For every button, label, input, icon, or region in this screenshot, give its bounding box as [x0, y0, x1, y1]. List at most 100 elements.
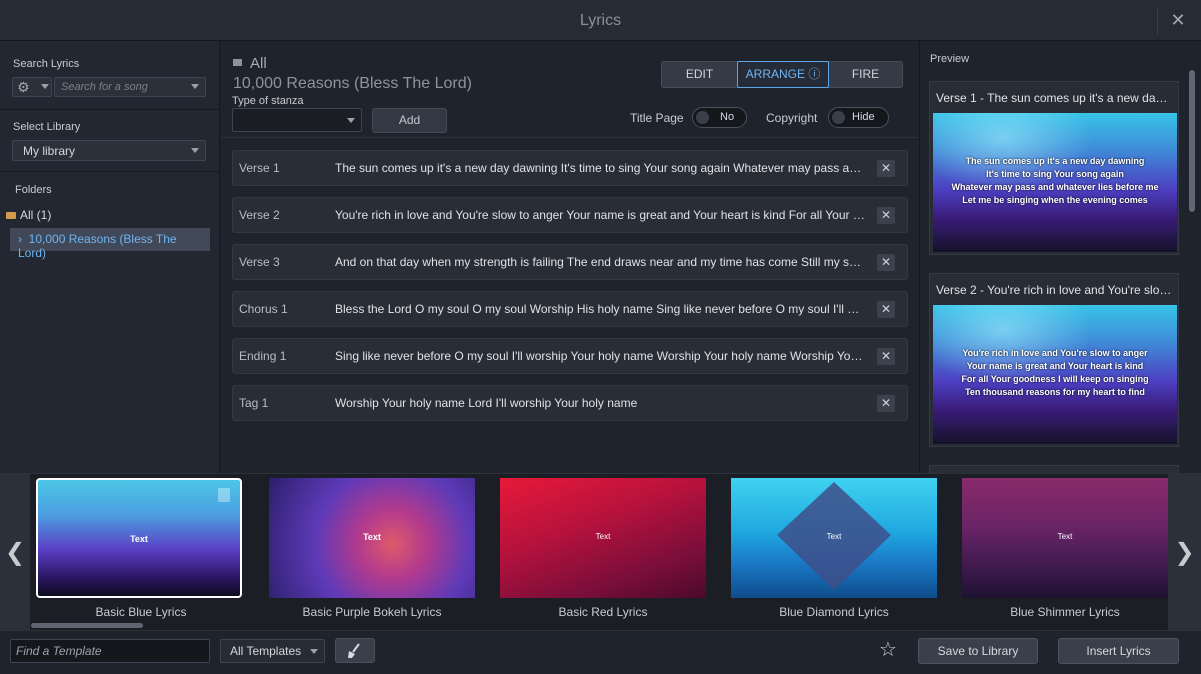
remove-stanza-icon[interactable]: ✕	[877, 160, 895, 177]
folder-icon	[233, 59, 242, 66]
template-scrollbar[interactable]	[31, 623, 143, 628]
title-divider	[1157, 8, 1158, 34]
template-thumbnail[interactable]: Text	[962, 478, 1168, 598]
sidebar-divider	[0, 109, 220, 110]
remove-stanza-icon[interactable]: ✕	[877, 395, 895, 412]
breadcrumb: All	[233, 55, 267, 72]
stanza-text: Worship Your holy name Lord I'll worship…	[335, 396, 638, 410]
template-name: Basic Red Lyrics	[558, 605, 648, 619]
footer-bar: Find a Template All Templates ☆ Save to …	[0, 630, 1201, 674]
title-page-toggle[interactable]: No	[692, 107, 747, 128]
template-name: Blue Diamond Lyrics	[779, 605, 889, 619]
preview-slide-title: Verse 2 - You're rich in love and You're…	[936, 283, 1172, 297]
chevron-down-icon	[347, 118, 355, 123]
preview-slide-image: You're rich in love and You're slow to a…	[933, 305, 1177, 444]
copyright-toggle[interactable]: Hide	[828, 107, 889, 128]
stanza-tag: Ending 1	[239, 349, 287, 363]
brush-icon	[348, 643, 360, 658]
preview-slide-lyrics: You're rich in love and You're slow to a…	[933, 347, 1177, 399]
song-search-input[interactable]: Search for a song	[54, 77, 206, 97]
template-filter-value: All Templates	[230, 644, 302, 658]
mode-switcher: EDIT ARRANGE ⓘ FIRE	[661, 61, 903, 88]
folder-all-label: All (1)	[20, 208, 52, 222]
template-thumbnail[interactable]: Text	[36, 478, 242, 598]
mode-arrange-button[interactable]: ARRANGE ⓘ	[737, 61, 829, 88]
lyric-line: Let me be singing when the evening comes	[962, 195, 1148, 205]
chevron-left-icon[interactable]: ❮	[0, 474, 30, 631]
remove-stanza-icon[interactable]: ✕	[877, 254, 895, 271]
mode-edit-button[interactable]: EDIT	[662, 62, 737, 87]
lyric-line: Your name is great and Your heart is kin…	[966, 361, 1144, 371]
template-preview-text: Text	[826, 532, 842, 541]
template-name: Basic Purple Bokeh Lyrics	[302, 605, 442, 619]
preview-slide-lyrics: The sun comes up it's a new day dawning …	[933, 155, 1177, 207]
stanza-row[interactable]: Verse 1 The sun comes up it's a new day …	[232, 150, 908, 186]
copyright-label: Copyright	[766, 111, 818, 125]
stanza-text: Bless the Lord O my soul O my soul Worsh…	[335, 302, 867, 316]
toggle-knob	[696, 111, 709, 124]
template-thumbnail[interactable]: Text	[731, 478, 937, 598]
template-preview-text: Text	[595, 532, 611, 541]
template-thumbnail[interactable]: Text	[500, 478, 706, 598]
chevron-right-icon[interactable]: ❯	[1168, 474, 1201, 631]
stanza-tag: Tag 1	[239, 396, 269, 410]
stanza-tag: Verse 1	[239, 161, 280, 175]
preview-slide[interactable]: Verse 2 - You're rich in love and You're…	[929, 273, 1179, 447]
template-strip: ❮ Text Basic Blue Lyrics Text Basic Purp…	[0, 473, 1201, 631]
lyrics-editor: All 10,000 Reasons (Bless The Lord) Type…	[221, 41, 918, 473]
stanza-type-label: Type of stanza	[232, 95, 304, 107]
stanza-tag: Chorus 1	[239, 302, 288, 316]
breadcrumb-label: All	[250, 55, 267, 72]
stanza-row[interactable]: Tag 1 Worship Your holy name Lord I'll w…	[232, 385, 908, 421]
title-page-label: Title Page	[630, 111, 684, 125]
remove-stanza-icon[interactable]: ✕	[877, 301, 895, 318]
close-icon[interactable]: ✕	[1168, 10, 1188, 30]
chevron-down-icon	[191, 148, 199, 153]
window-title: Lyrics	[579, 12, 622, 29]
lyric-line: The sun comes up it's a new day dawning	[965, 156, 1145, 166]
mode-fire-button[interactable]: FIRE	[829, 62, 902, 87]
add-stanza-button[interactable]: Add	[372, 108, 447, 133]
song-title: 10,000 Reasons (Bless The Lord)	[233, 75, 472, 92]
copyright-value: Hide	[852, 111, 875, 123]
clean-button[interactable]	[335, 638, 375, 663]
library-select[interactable]: My library	[12, 140, 206, 161]
template-filter-select[interactable]: All Templates	[220, 639, 325, 663]
search-lyrics-label: Search Lyrics	[13, 58, 80, 70]
select-library-label: Select Library	[13, 121, 81, 133]
template-preview-text: Text	[130, 534, 148, 544]
chevron-down-icon	[191, 84, 199, 89]
preview-slide-title: Verse 1 - The sun comes up it's a new da…	[936, 91, 1172, 105]
preview-label: Preview	[930, 53, 970, 65]
stanza-tag: Verse 3	[239, 255, 280, 269]
toggle-knob	[832, 111, 845, 124]
template-thumbnail[interactable]: Text	[269, 478, 475, 598]
stanza-row[interactable]: Verse 3 And on that day when my strength…	[232, 244, 908, 280]
find-template-input[interactable]: Find a Template	[10, 639, 210, 663]
lyric-line: You're rich in love and You're slow to a…	[962, 348, 1148, 358]
folder-item-song[interactable]: › 10,000 Reasons (Bless The Lord)	[10, 228, 210, 260]
search-options-dropdown[interactable]: ⚙	[12, 77, 52, 97]
stanza-tag: Verse 2	[239, 208, 280, 222]
stanza-row[interactable]: Ending 1 Sing like never before O my sou…	[232, 338, 908, 374]
template-preview-text: Text	[1057, 532, 1073, 541]
save-to-library-button[interactable]: Save to Library	[918, 638, 1038, 664]
stanza-row[interactable]: Chorus 1 Bless the Lord O my soul O my s…	[232, 291, 908, 327]
favorite-star-icon[interactable]: ☆	[879, 639, 897, 661]
insert-lyrics-button[interactable]: Insert Lyrics	[1058, 638, 1179, 664]
stanza-row[interactable]: Verse 2 You're rich in love and You're s…	[232, 197, 908, 233]
bookmark-icon[interactable]	[218, 488, 230, 502]
gear-icon: ⚙	[17, 79, 30, 95]
folder-song-label: 10,000 Reasons (Bless The Lord)	[18, 232, 177, 260]
preview-slide[interactable]: Verse 1 - The sun comes up it's a new da…	[929, 81, 1179, 255]
stanza-type-select[interactable]	[232, 108, 362, 132]
folder-item-all[interactable]: All (1)	[6, 208, 51, 222]
preview-slide[interactable]	[929, 465, 1179, 473]
lyric-line: For all Your goodness I will keep on sin…	[961, 374, 1149, 384]
remove-stanza-icon[interactable]: ✕	[877, 207, 895, 224]
preview-scrollbar[interactable]	[1189, 70, 1195, 212]
lyric-line: Ten thousand reasons for my heart to fin…	[965, 387, 1145, 397]
sidebar: Search Lyrics ⚙ Search for a song Select…	[0, 41, 220, 473]
remove-stanza-icon[interactable]: ✕	[877, 348, 895, 365]
chevron-down-icon	[41, 84, 49, 89]
